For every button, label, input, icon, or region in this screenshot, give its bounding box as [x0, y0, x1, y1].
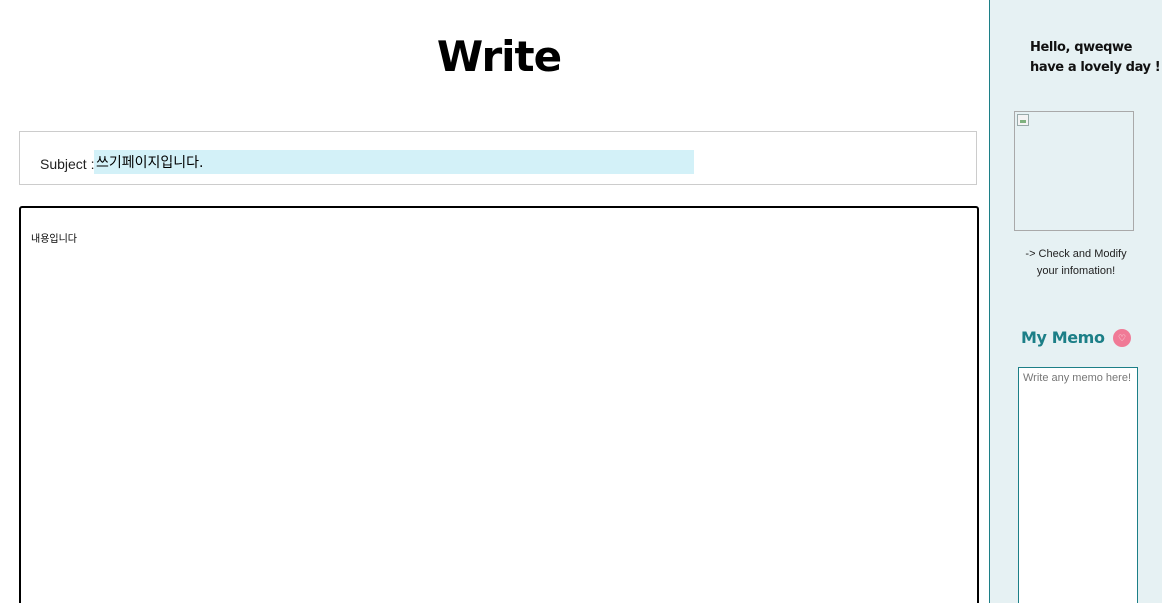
subject-input[interactable] [94, 150, 694, 174]
greeting: Hello, qweqwe have a lovely day ! [1030, 38, 1161, 78]
subject-section: Subject : [19, 131, 977, 185]
profile-image[interactable] [1014, 111, 1134, 231]
memo-header: My Memo ♡ [990, 328, 1162, 347]
main-content: Write Subject : 내용입니다 [0, 0, 989, 603]
page: Write Subject : 내용입니다 Hello, qweqwe have… [0, 0, 1162, 603]
sidebar: Hello, qweqwe have a lovely day ! -> Che… [989, 0, 1162, 603]
modify-line-1: -> Check and Modify [1025, 248, 1127, 260]
subject-label: Subject : [40, 156, 95, 172]
modify-info-link[interactable]: -> Check and Modify your infomation! [990, 246, 1162, 280]
greeting-line-1: Hello, qweqwe [1030, 40, 1133, 55]
memo-title: My Memo [1020, 328, 1105, 347]
greeting-line-2: have a lovely day ! [1030, 60, 1161, 75]
broken-image-icon [1017, 114, 1029, 126]
memo-textarea[interactable] [1018, 367, 1138, 603]
content-textarea[interactable]: 내용입니다 [19, 206, 979, 603]
heart-icon: ♡ [1113, 328, 1131, 347]
modify-line-2: your infomation! [1036, 265, 1116, 277]
page-title: Write [436, 32, 562, 81]
